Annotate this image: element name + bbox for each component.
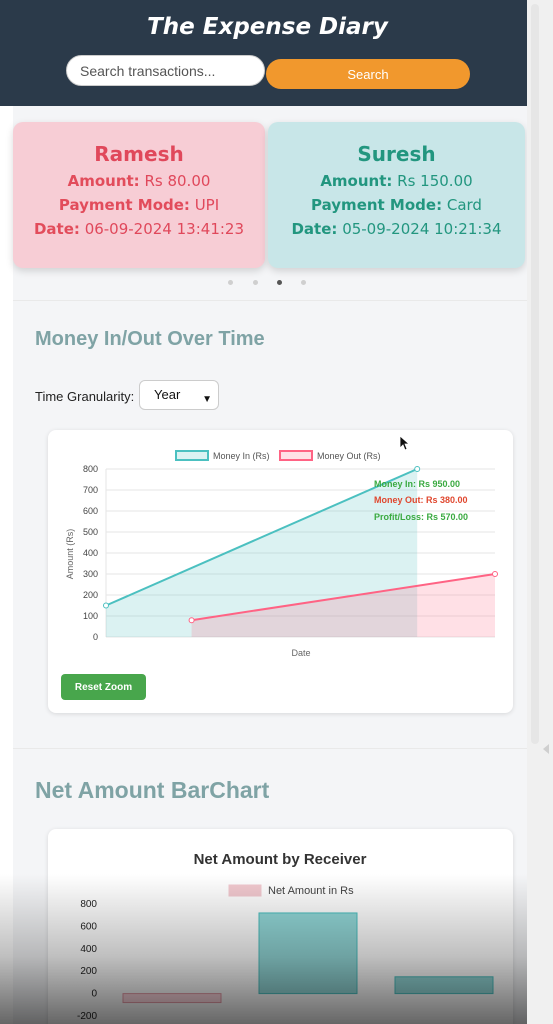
mouse-cursor-icon	[399, 435, 409, 451]
y-tick-label: 300	[83, 569, 98, 579]
y-tick-label: 0	[93, 632, 98, 642]
legend-label: Net Amount in Rs	[268, 885, 354, 897]
y-tick-label: 500	[83, 527, 98, 537]
amount-line: Amount: Rs 80.00	[67, 172, 211, 190]
payment-mode-line: Payment Mode: Card	[311, 196, 482, 214]
payment-mode-line: Payment Mode: UPI	[58, 196, 220, 214]
legend-swatch	[228, 884, 262, 897]
receiver-name: Suresh	[357, 142, 436, 166]
line-chart-card: 0 100 200 300 400 500 600 700 800 Money In (Rs) M…	[48, 430, 513, 713]
y-tick-label: 200	[80, 966, 97, 977]
granularity-select[interactable]: Year ▼	[139, 380, 219, 410]
y-tick-label: 700	[83, 485, 98, 495]
data-point	[103, 602, 109, 609]
y-tick-label: -200	[77, 1011, 97, 1022]
y-tick-label: 400	[80, 944, 97, 955]
carousel-dot[interactable]	[253, 280, 258, 285]
data-point	[492, 571, 498, 577]
y-tick-label: 200	[83, 590, 98, 600]
money-inout-section: Money In/Out Over Time Time Granularity:…	[13, 300, 527, 748]
x-axis-label: Date	[291, 648, 310, 658]
search-button[interactable]: Search	[266, 59, 470, 89]
chevron-down-icon: ▼	[202, 394, 212, 405]
app-header: The Expense Diary Search	[0, 0, 527, 106]
bar	[394, 976, 494, 995]
bar	[122, 993, 222, 1004]
transaction-card[interactable]: Ramesh Amount: Rs 80.00 Payment Mode: UP…	[13, 122, 265, 268]
y-tick-label: 600	[83, 506, 98, 516]
granularity-label: Time Granularity:	[35, 389, 135, 404]
chart-tooltip: Money In: Rs 950.00 Money Out: Rs 380.00…	[374, 479, 468, 522]
scrollbar-thumb[interactable]	[531, 4, 539, 744]
y-axis-label: Amount (Rs)	[65, 529, 75, 580]
bar-chart-card: Net Amount by Receiver Net Amount in Rs …	[48, 829, 513, 1024]
scroll-arrow-icon[interactable]	[543, 744, 549, 754]
left-margin	[0, 0, 13, 1024]
y-tick-label: 0	[91, 989, 97, 1000]
tooltip-profit-loss: Profit/Loss: Rs 570.00	[374, 512, 468, 522]
tooltip-money-in: Money In: Rs 950.00	[374, 479, 460, 489]
y-tick-label: 800	[83, 464, 98, 474]
date-line: Date: 06-09-2024 13:41:23	[33, 220, 244, 238]
amount-line: Amount: Rs 150.00	[320, 172, 473, 190]
date-line: Date: 05-09-2024 10:21:34	[291, 220, 502, 238]
y-tick-label: 400	[83, 548, 98, 558]
section-title: Money In/Out Over Time	[35, 328, 265, 350]
data-point	[414, 466, 421, 472]
carousel-dots	[226, 280, 316, 288]
tooltip-money-out: Money Out: Rs 380.00	[374, 495, 468, 505]
bar-chart[interactable]: Net Amount by Receiver Net Amount in Rs …	[13, 829, 494, 1024]
transaction-card[interactable]: Suresh Amount: Rs 150.00 Payment Mode: C…	[268, 122, 525, 268]
app-title: The Expense Diary	[147, 14, 388, 40]
bar	[258, 912, 358, 995]
bar-chart-title: Net Amount by Receiver	[194, 851, 367, 868]
app-window: The Expense Diary Search Ramesh Amount: …	[0, 0, 527, 1024]
scrollbar[interactable]	[527, 0, 553, 1024]
net-amount-section: Net Amount BarChart Net Amount by Receiv…	[13, 748, 527, 1024]
legend-label: Money Out (Rs)	[317, 451, 381, 461]
search-input[interactable]	[66, 55, 265, 86]
legend-label: Money In (Rs)	[213, 451, 270, 461]
carousel-dot-active[interactable]	[277, 280, 282, 285]
y-tick-label: 800	[80, 899, 97, 910]
legend-swatch	[279, 450, 313, 461]
reset-zoom-button[interactable]: Reset Zoom	[61, 674, 146, 700]
data-point	[188, 617, 195, 624]
line-chart[interactable]: 0 100 200 300 400 500 600 700 800 Money In (Rs) M…	[48, 430, 513, 660]
y-tick-label: 600	[80, 921, 97, 932]
carousel-dot[interactable]	[301, 280, 306, 285]
receiver-name: Ramesh	[94, 142, 184, 166]
legend-swatch	[175, 450, 209, 461]
section-title: Net Amount BarChart	[35, 777, 270, 803]
y-tick-label: 100	[83, 611, 98, 621]
carousel-dot[interactable]	[228, 280, 233, 285]
